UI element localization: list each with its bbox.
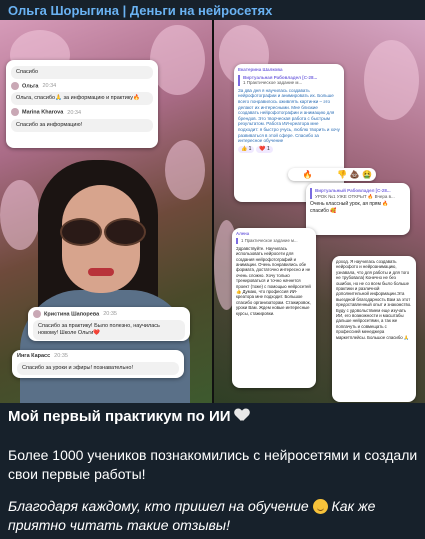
- message-time: 20:35: [103, 311, 117, 318]
- message-header: Marina Kharova 20:34: [11, 108, 153, 117]
- emoji-reaction-bar[interactable]: 😊 🔥 😍 😢 👎 💩 🤮: [288, 168, 377, 181]
- white-heart-icon: [235, 409, 249, 422]
- quote-text: 1 Практическое задание м...: [241, 238, 298, 244]
- quote-text: УРОК №1 УЖЕ ОТКРЫТ 🔥 Вчера в...: [315, 193, 395, 199]
- post-paragraph-2: Благодаря каждому, кто пришел на обучени…: [8, 497, 418, 535]
- message-text: Здравствуйте. Научилась использовать ней…: [236, 245, 311, 316]
- channel-title[interactable]: Ольга Шорыгина | Деньги на нейросетях: [8, 3, 272, 18]
- author-name: Ольга: [22, 83, 39, 90]
- reaction-chip[interactable]: ❤️ 1: [256, 145, 273, 154]
- right-review-photo[interactable]: Екатерина Шалкова Виртуальная Рабовладел…: [214, 20, 425, 403]
- quote-text: 1 Практическое задание м...: [243, 80, 303, 86]
- message-text: Спасибо: [16, 69, 39, 75]
- review-card-top: Екатерина Шалкова Виртуальная Рабовладел…: [234, 64, 344, 202]
- blossom-decoration: [0, 180, 40, 250]
- review-card-2: Кристина Шапорева 20:35 Спасибо за практи…: [28, 307, 190, 341]
- blossom-decoration: [150, 25, 205, 95]
- post-paragraph-1: Более 1000 учеников познакомились с нейр…: [8, 447, 418, 482]
- message-text: Ольга, спасибо🙏 за информацию и практику…: [16, 95, 140, 102]
- avatar: [33, 310, 41, 318]
- author-name: Инга Карасс: [17, 353, 51, 359]
- review-card-left: Алена 1 Практическое задание м... Здравс…: [232, 228, 316, 388]
- reply-quote: Виртуальная Рабовладел [С-28... 1 Практич…: [238, 74, 340, 86]
- message-text: Спасибо за информацию!: [16, 121, 83, 128]
- message-time: 20:34: [42, 83, 57, 90]
- post-title-text: Мой первый практикум по ИИ: [8, 408, 231, 425]
- message-bubble: Спасибо: [11, 66, 153, 79]
- blossom-decoration: [364, 40, 419, 120]
- message-text: Очень классный урок, ая прям 🔥 спасибо 🥰: [310, 201, 389, 214]
- message-header: Кристина Шапорева 20:35: [33, 310, 185, 318]
- avatar: [11, 82, 19, 90]
- reactions: 👍 1 ❤️ 1: [238, 145, 340, 154]
- message-bubble: Спасибо за практику! Было полезно, научи…: [33, 320, 185, 341]
- message-bubble: Спасибо за информацию!: [11, 118, 153, 132]
- left-review-photo[interactable]: Спасибо Ольга 20:34 Ольга, спасибо🙏 за ин…: [0, 20, 212, 403]
- reply-quote: Виртуальный Рабовладел [С-28... УРОК №1 У…: [310, 188, 406, 200]
- message-text: Спасибо за практику! Было полезно, научи…: [38, 323, 160, 337]
- message-text: доход. Я научилась создавать нейрофото и…: [336, 259, 412, 340]
- message-header: Ольга 20:34: [11, 82, 153, 90]
- blossom-decoration: [165, 140, 205, 200]
- review-card-right: доход. Я научилась создавать нейрофото и…: [332, 256, 416, 402]
- author-name: Кристина Шапорева: [44, 311, 100, 318]
- author-name: Алена: [236, 231, 250, 236]
- paragraph-text: Благодаря каждому, кто пришел на обучени…: [8, 498, 309, 514]
- review-card-1: Спасибо Ольга 20:34 Ольга, спасибо🙏 за ин…: [6, 60, 158, 148]
- review-card-3: Инга Карасс 20:35 Спасибо за уроки и эфир…: [12, 350, 184, 378]
- avatar: [11, 108, 19, 117]
- reaction-chip[interactable]: 👍 1: [238, 145, 255, 154]
- message-bubble: Спасибо за уроки и эфиры! познавательно!: [17, 362, 179, 375]
- message-time: 20:35: [54, 353, 68, 359]
- reply-quote: 1 Практическое задание м...: [236, 238, 312, 244]
- channel-post: Ольга Шорыгина | Деньги на нейросетях Сп…: [0, 0, 425, 539]
- review-card-mid: Виртуальный Рабовладел [С-28... УРОК №1 У…: [306, 183, 410, 235]
- message-text: Спасибо за уроки и эфиры! познавательно!: [22, 365, 133, 371]
- author-name: Marina Kharova: [22, 109, 64, 116]
- post-title: Мой первый практикум по ИИ: [8, 408, 249, 425]
- message-text: За два дня я научилась создавать нейрофо…: [238, 87, 340, 144]
- message-header: Инга Карасс 20:35: [17, 353, 179, 360]
- message-time: 20:34: [67, 109, 82, 116]
- author-name: Екатерина Шалкова: [238, 67, 283, 72]
- message-bubble: Ольга, спасибо🙏 за информацию и практику…: [11, 92, 153, 106]
- smiling-face-icon: [312, 499, 328, 514]
